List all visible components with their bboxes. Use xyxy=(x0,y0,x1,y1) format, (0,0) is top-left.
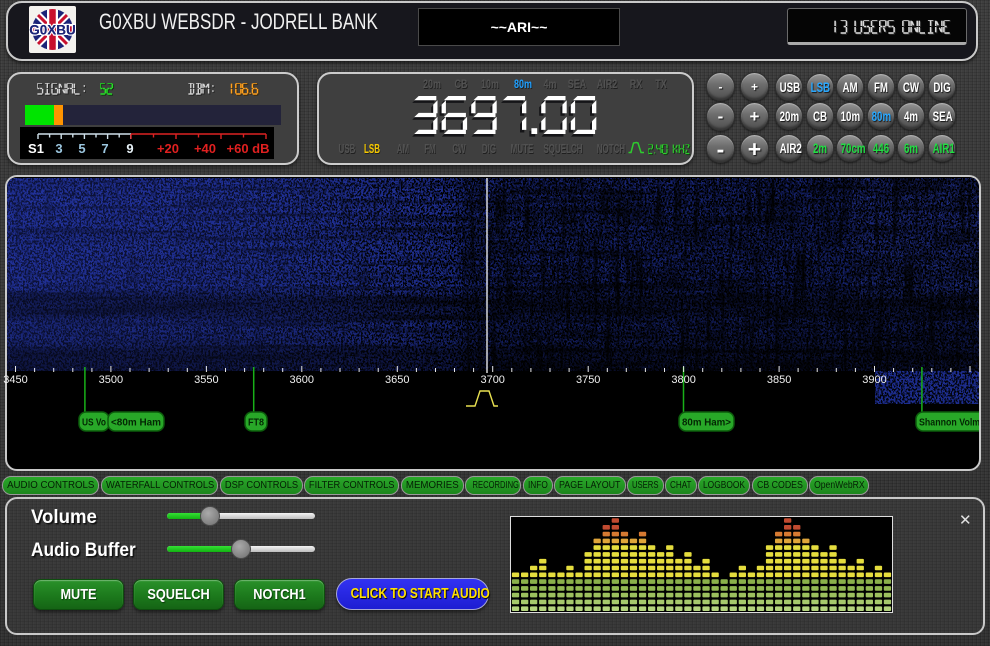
svg-text:3700: 3700 xyxy=(480,374,504,386)
svg-text:S1: S1 xyxy=(28,141,44,156)
svg-text:80m Ham>: 80m Ham> xyxy=(682,417,731,429)
svg-text:Shannon Volmet: Shannon Volmet xyxy=(919,417,979,429)
svg-text:3600: 3600 xyxy=(290,374,314,386)
svg-text:3850: 3850 xyxy=(767,374,791,386)
svg-text:3750: 3750 xyxy=(576,374,600,386)
svg-text:3800: 3800 xyxy=(671,374,695,386)
svg-text:9: 9 xyxy=(126,141,133,156)
svg-text:5: 5 xyxy=(78,141,85,156)
svg-text:FT8: FT8 xyxy=(248,417,264,429)
svg-text:<80m Ham: <80m Ham xyxy=(111,417,161,429)
svg-text:3: 3 xyxy=(55,141,62,156)
svg-text:G0XBU: G0XBU xyxy=(29,23,76,38)
svg-text:3900: 3900 xyxy=(862,374,886,386)
svg-text:+40: +40 xyxy=(194,141,216,156)
svg-text:3550: 3550 xyxy=(194,374,218,386)
svg-text:3650: 3650 xyxy=(385,374,409,386)
svg-text:US Vo: US Vo xyxy=(82,417,106,429)
svg-text:3450: 3450 xyxy=(3,374,27,386)
svg-text:+20: +20 xyxy=(157,141,179,156)
svg-text:3500: 3500 xyxy=(99,374,123,386)
svg-text:7: 7 xyxy=(101,141,108,156)
svg-text:+60 dB: +60 dB xyxy=(227,141,270,156)
